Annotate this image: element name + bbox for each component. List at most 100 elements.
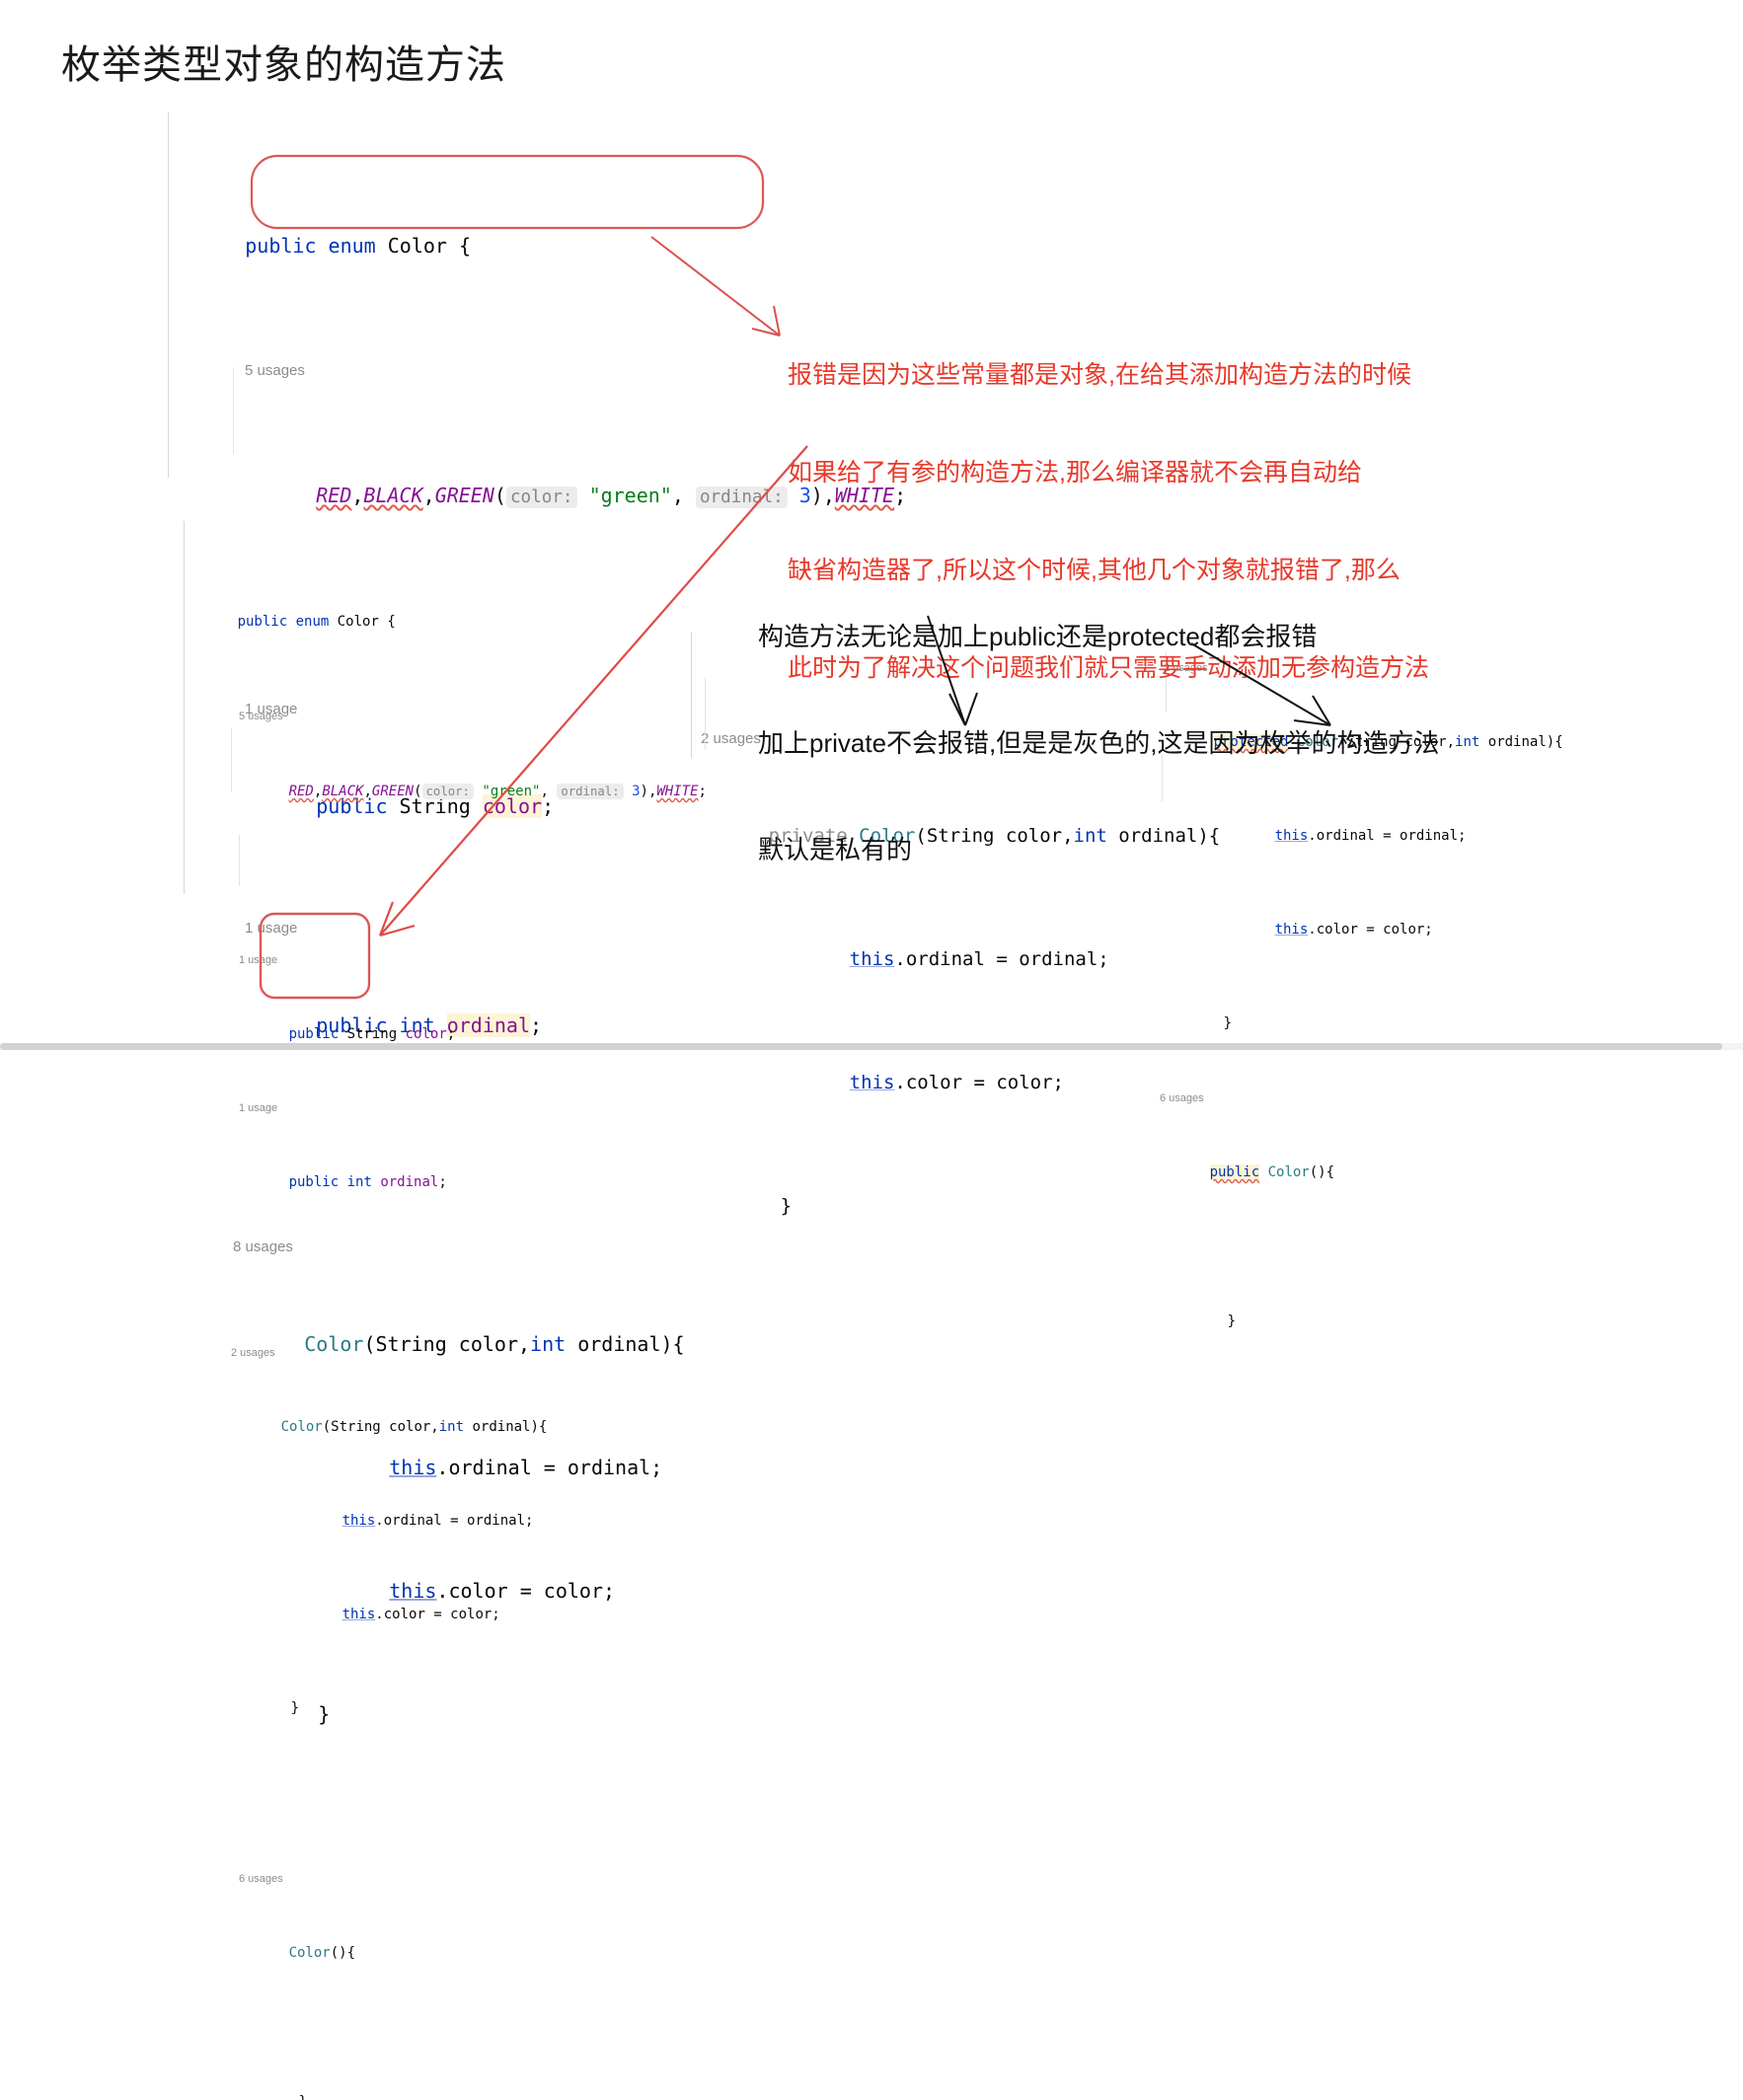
brace-open: { <box>459 234 472 258</box>
protected-noarg-name: Color <box>1267 1164 1310 1180</box>
string-green-value: "green" <box>588 484 672 507</box>
brace-close-b2: } <box>289 2094 307 2100</box>
annotation-red-line-1: 报错是因为这些常量都是对象,在给其添加构造方法的时候 <box>788 361 1411 389</box>
semicolon-b3: ; <box>438 1174 447 1190</box>
ctor-param-int-2: int <box>438 1419 465 1435</box>
enum-constant-red[interactable]: RED <box>316 484 351 507</box>
assign-ordinal-p: .ordinal = ordinal; <box>894 948 1109 970</box>
enum-constant-black[interactable]: BLACK <box>363 484 422 507</box>
annotation-black-line-1: 构造方法无论是加上public还是protected都会报错 <box>758 622 1318 651</box>
noarg-ctor-name: Color <box>288 1945 331 1961</box>
usages-label-protected-noarg[interactable]: 6 usages <box>1160 1089 1563 1107</box>
brace-open-b: { <box>387 614 396 630</box>
code-gutter-line-2 <box>184 521 185 894</box>
usages-label-constants-2[interactable]: 5 usages <box>184 707 707 726</box>
usages-label-field-ordinal-2[interactable]: 1 usage <box>184 1100 707 1117</box>
scrollbar-thumb[interactable] <box>0 1043 1722 1050</box>
brace-close-p: } <box>780 1195 793 1217</box>
annotation-black-note: 构造方法无论是加上public还是protected都会报错 加上private… <box>758 548 1440 938</box>
assign-color-p: .color = color; <box>894 1072 1064 1093</box>
enum-name-b: Color <box>337 614 379 630</box>
horizontal-scrollbar[interactable] <box>0 1043 1743 1050</box>
enum-constant-green-2[interactable]: GREEN <box>372 784 414 799</box>
code-line-private-ctor-body-2: this.color = color; <box>691 1046 1220 1120</box>
keyword-public: public <box>245 234 317 258</box>
comma-b3: , <box>540 784 549 799</box>
code-block-bottom-left: public enum Color { 5 usages RED,BLACK,G… <box>184 519 707 2100</box>
keyword-enum-b: enum <box>295 614 330 630</box>
code-indent-guide-2 <box>231 728 232 791</box>
protected-noarg-sig: (){ <box>1309 1164 1335 1180</box>
slide-canvas: 枚举类型对象的构造方法 public enum Color { 5 usages… <box>0 0 1743 2100</box>
code-indent-guide-1 <box>233 367 234 454</box>
comma-1: , <box>351 484 364 507</box>
usages-label-ctor-2[interactable]: 2 usages <box>184 1345 707 1362</box>
blank-line-r1 <box>1160 1238 1563 1256</box>
code-line-private-ctor-close: } <box>691 1169 1220 1243</box>
type-string-2: String <box>346 1026 398 1042</box>
code-line-ctor-body-2-2: this.color = color; <box>184 1587 707 1643</box>
code-line-enum-constants-2: RED,BLACK,GREEN(color: "green", ordinal:… <box>184 764 707 820</box>
enum-name: Color <box>387 234 447 258</box>
field-name-ordinal-2[interactable]: ordinal <box>380 1174 438 1190</box>
comma-b2: , <box>363 784 372 799</box>
annotation-black-line-2: 加上private不会报错,但是是灰色的,这是因为枚举的构造方法 <box>758 728 1440 758</box>
enum-constant-red-2[interactable]: RED <box>289 784 314 799</box>
code-gutter-line-3 <box>691 632 692 758</box>
ctor-name-2: Color <box>280 1419 323 1435</box>
annotation-red-line-2: 如果给了有参的构造方法,那么编译器就不会再自动给 <box>788 459 1362 487</box>
param-hint-ordinal-2: ordinal: <box>557 784 624 799</box>
sp-b <box>684 484 696 507</box>
code-indent-guide-3 <box>239 835 240 886</box>
usages-label-field-color-2[interactable]: 1 usage <box>184 952 707 969</box>
code-line-protected-noarg-signature: public Color(){ <box>1160 1145 1563 1201</box>
keyword-public-noarg[interactable]: public <box>1209 1164 1260 1180</box>
keyword-public-b1: public <box>237 614 288 630</box>
keyword-this-p2: this <box>849 1072 895 1093</box>
keyword-this-p1: this <box>849 948 895 970</box>
param-hint-color: color: <box>505 487 577 508</box>
blank-line-b4 <box>184 2019 707 2037</box>
code-line-noarg-ctor: Color(){ <box>184 1925 707 1982</box>
enum-constant-black-2[interactable]: BLACK <box>322 784 363 799</box>
brace-close-r: } <box>1223 1015 1233 1031</box>
semicolon-b2: ; <box>446 1026 456 1042</box>
param-hint-color-2: color: <box>421 784 474 799</box>
code-line-enum-decl-2: public enum Color { <box>184 594 707 650</box>
keyword-this-b1: this <box>341 1513 376 1529</box>
code-line-ctor-signature-2: Color(String color,int ordinal){ <box>184 1399 707 1456</box>
space2 <box>376 234 388 258</box>
protected-ctor-param-int: int <box>1455 734 1480 750</box>
code-gutter-line <box>168 112 169 478</box>
keyword-public-b3: public <box>288 1174 340 1190</box>
code-line-protected-noarg-close: } <box>1160 1294 1563 1350</box>
paren-close-b: ) <box>640 784 648 799</box>
type-int-2: int <box>346 1174 372 1190</box>
comma-3: , <box>671 484 684 507</box>
enum-constant-green[interactable]: GREEN <box>435 484 494 507</box>
paren-open-b: ( <box>414 784 422 799</box>
string-green-value-2: "green" <box>482 784 541 799</box>
keyword-public-b2: public <box>288 1026 340 1042</box>
assign-ordinal-2: .ordinal = ordinal; <box>375 1513 534 1529</box>
protected-ctor-params-b: ordinal){ <box>1479 734 1563 750</box>
param-hint-ordinal: ordinal: <box>695 487 788 508</box>
code-line-field-ordinal-2: public int ordinal; <box>184 1155 707 1211</box>
code-indent-guide-4 <box>705 677 706 750</box>
ctor-params-a2: (String color, <box>322 1419 439 1435</box>
sp-a <box>577 484 589 507</box>
keyword-this-b2: this <box>341 1607 376 1622</box>
blank-line-b1 <box>184 876 707 896</box>
page-title: 枚举类型对象的构造方法 <box>61 43 506 87</box>
ctor-params-b2: ordinal){ <box>464 1419 548 1435</box>
blank-line-b2 <box>184 1267 707 1289</box>
brace-close-b1: } <box>290 1700 300 1716</box>
code-line-ctor-close-2: } <box>184 1681 707 1737</box>
noarg-ctor-sig: (){ <box>330 1945 356 1961</box>
code-line-field-color-2: public String color; <box>184 1007 707 1063</box>
usages-label-noarg-ctor[interactable]: 6 usages <box>184 1871 707 1888</box>
field-name-color-2[interactable]: color <box>406 1026 447 1042</box>
assign-color-2: .color = color; <box>375 1607 500 1622</box>
keyword-enum: enum <box>328 234 376 258</box>
